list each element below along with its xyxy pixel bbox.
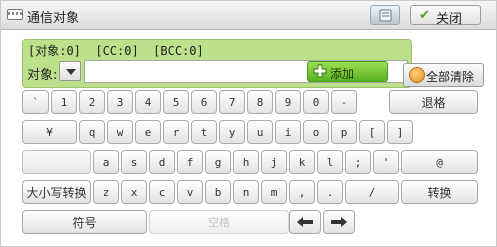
key[interactable]: a bbox=[93, 150, 119, 174]
key[interactable]: m bbox=[261, 180, 287, 204]
add-label: 添加 bbox=[330, 67, 355, 81]
key[interactable]: s bbox=[121, 150, 147, 174]
blank-key bbox=[22, 150, 91, 174]
key[interactable]: f bbox=[177, 150, 203, 174]
key[interactable]: c bbox=[149, 180, 175, 204]
cursor-right-key[interactable] bbox=[323, 210, 355, 234]
key[interactable]: k bbox=[289, 150, 315, 174]
key[interactable]: ] bbox=[387, 120, 413, 144]
key[interactable]: / bbox=[345, 180, 399, 204]
close-button[interactable]: ✔ 关闭 bbox=[410, 5, 481, 27]
arrow-right-icon bbox=[331, 217, 347, 227]
arrow-left-icon bbox=[297, 217, 313, 227]
key[interactable]: e bbox=[135, 120, 161, 144]
key[interactable]: i bbox=[275, 120, 301, 144]
key[interactable]: ` bbox=[22, 90, 49, 114]
clear-all-label: 全部清除 bbox=[426, 70, 475, 84]
key[interactable]: w bbox=[107, 120, 133, 144]
key[interactable]: o bbox=[303, 120, 329, 144]
key[interactable]: 2 bbox=[79, 90, 105, 114]
key[interactable]: q bbox=[79, 120, 105, 144]
key[interactable]: j bbox=[261, 150, 287, 174]
clear-all-button[interactable]: 全部清除 bbox=[403, 63, 484, 87]
key[interactable]: g bbox=[205, 150, 231, 174]
key[interactable]: u bbox=[247, 120, 273, 144]
recipient-counts: [对象:0] [CC:0] [BCC:0] bbox=[28, 44, 204, 58]
backspace-key[interactable]: 退格 bbox=[389, 90, 478, 114]
add-icon bbox=[313, 64, 327, 78]
key[interactable]: h bbox=[233, 150, 259, 174]
recipient-panel: [对象:0] [CC:0] [BCC:0] 对象: 添加 bbox=[22, 39, 412, 88]
address-book-icon bbox=[379, 9, 392, 22]
eraser-icon bbox=[409, 67, 425, 83]
key[interactable]: 6 bbox=[191, 90, 217, 114]
key[interactable]: 9 bbox=[275, 90, 301, 114]
on-screen-keyboard: ` 1 2 3 4 5 6 7 8 9 0 - 退格 ¥ q w e r t y… bbox=[22, 90, 481, 245]
recipient-field-label: 对象: bbox=[27, 68, 58, 83]
key[interactable]: 0 bbox=[303, 90, 329, 114]
key[interactable]: ' bbox=[373, 150, 399, 174]
cursor-left-key[interactable] bbox=[289, 210, 321, 234]
caps-key[interactable]: 大小写转换 bbox=[22, 180, 91, 204]
key[interactable]: l bbox=[317, 150, 343, 174]
key[interactable]: x bbox=[121, 180, 147, 204]
key[interactable]: z bbox=[93, 180, 119, 204]
key[interactable]: 8 bbox=[247, 90, 273, 114]
convert-key[interactable]: 转换 bbox=[401, 180, 478, 204]
key[interactable]: 5 bbox=[163, 90, 189, 114]
key[interactable]: - bbox=[331, 90, 357, 114]
key[interactable]: v bbox=[177, 180, 203, 204]
key[interactable]: n bbox=[233, 180, 259, 204]
key[interactable]: 7 bbox=[219, 90, 245, 114]
add-button[interactable]: 添加 bbox=[307, 61, 388, 82]
key[interactable]: 4 bbox=[135, 90, 161, 114]
key[interactable]: , bbox=[289, 180, 315, 204]
key[interactable]: 1 bbox=[51, 90, 77, 114]
key[interactable]: [ bbox=[359, 120, 385, 144]
key[interactable]: ; bbox=[345, 150, 371, 174]
key[interactable]: y bbox=[219, 120, 245, 144]
checkmark-icon: ✔ bbox=[419, 8, 430, 23]
key[interactable]: d bbox=[149, 150, 175, 174]
symbol-key[interactable]: 符号 bbox=[22, 210, 147, 234]
key[interactable]: . bbox=[317, 180, 343, 204]
close-label: 关闭 bbox=[436, 12, 463, 27]
key[interactable]: ¥ bbox=[22, 120, 77, 144]
address-book-button[interactable] bbox=[370, 5, 400, 25]
address-dialog: 通信对象 ✔ 关闭 [对象:0] [CC:0] [BCC:0] 对象: 添加 全… bbox=[0, 0, 497, 247]
dialog-title: 通信对象 bbox=[27, 11, 80, 26]
space-key: 空格 bbox=[149, 210, 289, 234]
key[interactable]: r bbox=[163, 120, 189, 144]
key[interactable]: b bbox=[205, 180, 231, 204]
key[interactable]: t bbox=[191, 120, 217, 144]
key[interactable]: 3 bbox=[107, 90, 133, 114]
key[interactable]: @ bbox=[401, 150, 478, 174]
key[interactable]: p bbox=[331, 120, 357, 144]
recipient-type-dropdown[interactable] bbox=[59, 61, 81, 81]
title-bar: 通信对象 ✔ 关闭 bbox=[1, 1, 496, 30]
keyboard-icon bbox=[7, 9, 23, 20]
